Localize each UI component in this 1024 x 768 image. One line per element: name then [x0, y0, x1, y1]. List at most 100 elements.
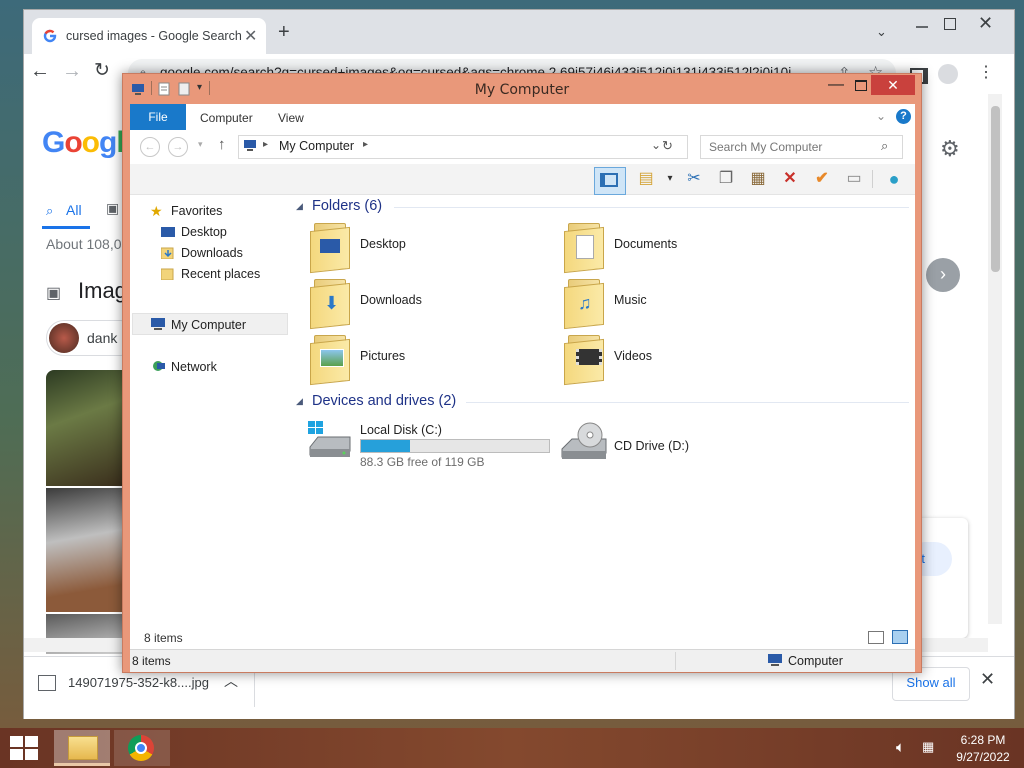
forward-arrow-icon[interactable]: → — [168, 137, 188, 157]
maximize-button[interactable] — [855, 80, 867, 91]
up-arrow-icon[interactable]: ↑ — [218, 136, 226, 153]
taskbar-chrome[interactable] — [114, 730, 170, 766]
minimize-button[interactable]: — — [819, 76, 853, 98]
properties-folder-icon[interactable]: ▤ — [634, 168, 658, 190]
images-heading[interactable]: Imag — [78, 278, 127, 304]
hard-drive-icon[interactable] — [308, 421, 352, 461]
back-arrow-icon[interactable]: ← — [140, 137, 160, 157]
divider — [254, 667, 255, 707]
chevron-right-icon[interactable]: ▸ — [263, 139, 268, 150]
nav-network[interactable]: Network — [171, 360, 217, 374]
cut-icon[interactable]: ✂ — [682, 168, 706, 190]
chevron-down-icon[interactable]: ▾ — [658, 168, 682, 190]
chrome-icon-center — [135, 742, 147, 754]
clock-date[interactable]: 9/27/2022 — [948, 750, 1018, 764]
address-path-segment[interactable]: My Computer — [279, 139, 354, 153]
download-filename[interactable]: 149071975-352-k8....jpg — [68, 675, 209, 690]
settings-gear-icon[interactable]: ⚙ — [940, 136, 960, 162]
cd-drive-icon[interactable] — [560, 421, 608, 463]
chevron-down-icon[interactable]: ⌄ — [651, 138, 661, 152]
browser-close-button[interactable]: ✕ — [978, 13, 993, 34]
computer-icon — [151, 318, 165, 330]
browser-tab[interactable]: cursed images - Google Search ✕ — [32, 18, 266, 54]
taskbar-file-explorer[interactable] — [54, 730, 110, 766]
folder-documents-label[interactable]: Documents — [614, 237, 677, 251]
clock-time[interactable]: 6:28 PM — [948, 733, 1018, 747]
back-arrow-icon[interactable]: ← — [30, 60, 50, 83]
expand-ribbon-icon[interactable]: ⌄ — [876, 109, 886, 123]
next-arrow-button[interactable]: › — [926, 258, 960, 292]
status-item-count: 8 items — [132, 654, 171, 668]
close-download-bar-icon[interactable]: ✕ — [980, 669, 995, 690]
copy-icon[interactable]: ❐ — [714, 168, 738, 190]
nav-my-computer[interactable]: My Computer — [171, 318, 246, 332]
documents-folder-icon[interactable] — [564, 223, 604, 274]
tab-search-icon[interactable]: ⌄ — [876, 24, 887, 40]
folder-desktop-label[interactable]: Desktop — [360, 237, 406, 251]
status-bar: 8 items Computer — [130, 649, 915, 672]
drive-d-label[interactable]: CD Drive (D:) — [614, 439, 689, 453]
folder-pictures-label[interactable]: Pictures — [360, 349, 405, 363]
tab-close-icon[interactable]: ✕ — [244, 26, 257, 46]
desktop-folder-icon[interactable] — [310, 223, 350, 274]
profile-avatar-icon[interactable] — [938, 64, 958, 84]
command-bar: ▤ ▾ ✂ ❐ ▦ ✕ ✔ ▭ ● — [130, 164, 915, 195]
image-result[interactable] — [46, 370, 124, 486]
downloads-folder-icon[interactable]: ⬇ — [310, 279, 350, 330]
nav-recent-places[interactable]: Recent places — [181, 267, 260, 281]
forward-arrow-icon[interactable]: → — [62, 60, 82, 83]
address-path[interactable]: ▸ My Computer ▸ ⌄ — [238, 135, 688, 159]
collapse-group-icon[interactable]: ◢ — [296, 396, 303, 407]
rename-icon[interactable]: ▭ — [842, 168, 866, 190]
music-folder-icon[interactable]: ♫ — [564, 279, 604, 330]
nav-favorites[interactable]: Favorites — [171, 204, 222, 218]
browser-minimize-button[interactable] — [912, 18, 932, 32]
browser-menu-icon[interactable]: ⋮ — [978, 62, 994, 82]
images-tab-icon[interactable]: ▣ — [106, 200, 119, 217]
recent-locations-icon[interactable]: ▾ — [198, 139, 203, 150]
checkmark-icon[interactable]: ✔ — [810, 168, 834, 190]
devices-group-header[interactable]: Devices and drives (2) — [312, 393, 456, 409]
drive-c-label[interactable]: Local Disk (C:) — [360, 423, 442, 437]
google-favicon-icon — [43, 29, 57, 43]
windows-start-button[interactable] — [10, 736, 38, 760]
image-result[interactable] — [46, 488, 124, 612]
refresh-icon[interactable]: ↻ — [662, 138, 673, 154]
folder-downloads-label[interactable]: Downloads — [360, 293, 422, 307]
tab-all[interactable]: All — [66, 202, 82, 218]
search-box[interactable]: Search My Computer ⌕ — [700, 135, 903, 159]
details-view-icon[interactable] — [868, 631, 884, 644]
globe-icon[interactable]: ● — [882, 168, 906, 190]
new-tab-button[interactable]: + — [278, 22, 290, 42]
chevron-up-icon[interactable]: ︿ — [224, 671, 238, 691]
reload-icon[interactable]: ↻ — [94, 59, 110, 82]
chevron-right-icon[interactable]: ▸ — [363, 139, 368, 150]
browser-maximize-button[interactable] — [944, 18, 956, 30]
help-icon[interactable]: ? — [896, 109, 911, 124]
tab-file[interactable]: File — [130, 104, 186, 130]
folders-group-header[interactable]: Folders (6) — [312, 198, 382, 214]
nav-desktop[interactable]: Desktop — [181, 225, 227, 239]
preview-pane-button[interactable] — [594, 167, 626, 195]
scrollbar-thumb[interactable] — [991, 106, 1000, 272]
search-placeholder: Search My Computer — [709, 140, 823, 154]
paste-icon[interactable]: ▦ — [746, 168, 770, 190]
pictures-folder-icon[interactable] — [310, 335, 350, 386]
collapse-group-icon[interactable]: ◢ — [296, 201, 303, 212]
tab-computer[interactable]: Computer — [200, 111, 253, 125]
folder-music-label[interactable]: Music — [614, 293, 647, 307]
close-button[interactable]: ✕ — [871, 75, 915, 95]
explorer-titlebar[interactable]: ▾ My Computer — ✕ — [123, 74, 921, 104]
delete-icon[interactable]: ✕ — [778, 168, 802, 190]
folder-videos-label[interactable]: Videos — [614, 349, 652, 363]
page-scrollbar[interactable] — [988, 94, 1002, 624]
nav-downloads[interactable]: Downloads — [181, 246, 243, 260]
volume-muted-icon[interactable]: 🔈︎ — [896, 739, 905, 756]
videos-folder-icon[interactable] — [564, 335, 604, 386]
google-logo[interactable]: Googl — [42, 126, 125, 160]
network-icon[interactable]: ▦ — [922, 739, 934, 755]
tab-view[interactable]: View — [278, 111, 304, 125]
search-icon[interactable]: ⌕ — [881, 138, 888, 154]
divider — [675, 652, 676, 670]
large-icons-view-icon[interactable] — [892, 630, 908, 644]
